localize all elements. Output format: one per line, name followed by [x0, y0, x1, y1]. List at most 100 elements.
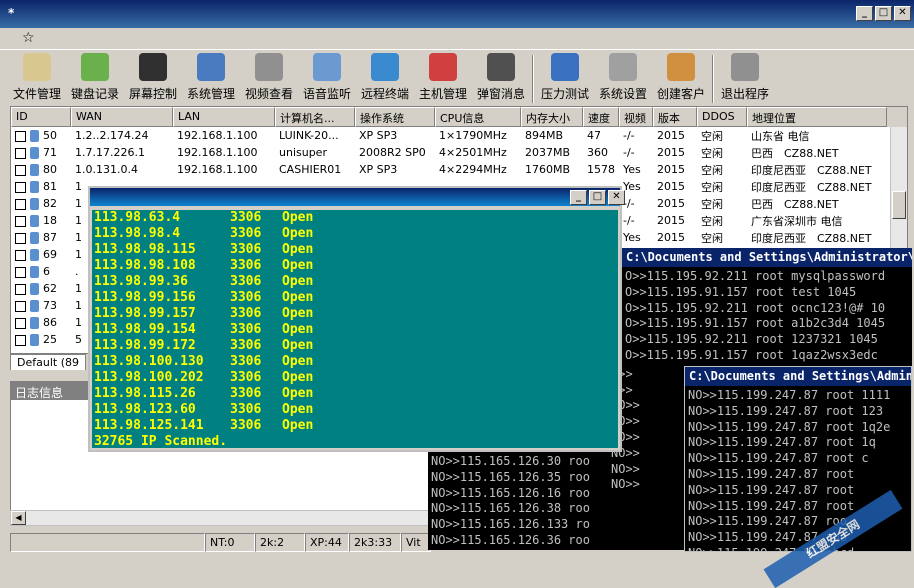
cell-text: 192.168.1.100	[177, 146, 258, 159]
scan-row: 113.98.123.60 3306 Open	[94, 402, 618, 418]
status-pane: Vit	[401, 533, 431, 552]
scan-cell: Open	[282, 322, 314, 337]
scan-row: 113.98.99.154 3306 Open	[94, 322, 618, 338]
scan-cell: 3306	[230, 258, 262, 273]
console-1-title[interactable]: C:\Documents and Settings\Administrator\…	[622, 248, 912, 267]
toolbar-button-0[interactable]: 文件管理	[8, 52, 66, 106]
table-cell: -/-	[619, 129, 653, 142]
console-window-1[interactable]: C:\Documents and Settings\Administrator\…	[622, 248, 912, 368]
toolbar-button-5[interactable]: 语音监听	[298, 52, 356, 106]
toolbar-button-4[interactable]: 视频查看	[240, 52, 298, 106]
column-header[interactable]: 地理位置	[747, 107, 887, 127]
cell-text: 18	[43, 214, 57, 227]
close-button[interactable]: ✕	[894, 6, 911, 21]
scan-minimize-button[interactable]: _	[570, 190, 587, 205]
toolbar-button-2[interactable]: 屏幕控制	[124, 52, 182, 106]
toolbar-button-1[interactable]: 键盘记录	[66, 52, 124, 106]
row-checkbox[interactable]	[15, 266, 26, 278]
column-header[interactable]: 操作系统	[355, 107, 435, 127]
cell-text: 巴西 CZ88.NET	[751, 197, 839, 211]
terminal-icon	[371, 53, 399, 81]
row-checkbox[interactable]	[15, 215, 26, 227]
column-header[interactable]: 内存大小	[521, 107, 583, 127]
toolbar-button-9[interactable]: 压力测试	[536, 52, 594, 106]
scan-row: 113.98.98.115 3306 Open	[94, 242, 618, 258]
scan-cell: 113.98.100.130	[94, 354, 204, 369]
console-line: NO>>115.199.247.87 root 1q2e	[688, 419, 891, 434]
cell-text: 空闲	[701, 214, 723, 228]
toolbar-button-6[interactable]: 远程终端	[356, 52, 414, 106]
cell-text: 1	[75, 231, 82, 244]
scan-maximize-button[interactable]: □	[589, 190, 606, 205]
cell-text: 50	[43, 129, 57, 142]
scan-footer: 32765 IP Scanned.	[94, 434, 228, 449]
cell-text: 2015	[657, 163, 685, 176]
cell-text: 1	[75, 197, 82, 210]
cell-text: 6	[43, 265, 50, 278]
column-header[interactable]: LAN	[173, 107, 275, 127]
scan-cell: 113.98.98.4	[94, 226, 181, 241]
scan-row: 113.98.98.4 3306 Open	[94, 226, 618, 242]
column-header[interactable]: CPU信息	[435, 107, 521, 127]
table-cell: 71	[11, 146, 71, 159]
row-checkbox[interactable]	[15, 334, 26, 346]
row-checkbox[interactable]	[15, 181, 26, 193]
toolbar-button-3[interactable]: 系统管理	[182, 52, 240, 106]
row-checkbox[interactable]	[15, 300, 26, 312]
toolbar-label: 视频查看	[244, 87, 293, 101]
row-checkbox[interactable]	[15, 164, 26, 176]
console-window-2[interactable]: C:\Documents and Settings\Adminis NO>>11…	[684, 366, 912, 552]
toolbar-button-12[interactable]: 退出程序	[716, 52, 774, 106]
toolbar-button-11[interactable]: 创建客户	[652, 52, 710, 106]
column-header[interactable]: WAN	[71, 107, 173, 127]
cell-text: 1	[75, 214, 82, 227]
scan-cell: Open	[282, 210, 314, 225]
toolbar-button-7[interactable]: 主机管理	[414, 52, 472, 106]
column-header[interactable]: 计算机名...	[275, 107, 355, 127]
scan-close-button[interactable]: ✕	[608, 190, 625, 205]
computer-icon	[30, 249, 39, 261]
row-checkbox[interactable]	[15, 317, 26, 329]
tab-default[interactable]: Default (89	[10, 354, 86, 370]
table-cell: 6	[11, 265, 71, 278]
row-checkbox[interactable]	[15, 147, 26, 159]
column-header[interactable]: 速度	[583, 107, 619, 127]
scan-cell: Open	[282, 418, 314, 433]
scan-row: 113.98.99.156 3306 Open	[94, 290, 618, 306]
minimize-button[interactable]: _	[856, 6, 873, 21]
toolbar-button-10[interactable]: 系统设置	[594, 52, 652, 106]
cell-text: 360	[587, 146, 608, 159]
scroll-left-arrow-icon[interactable]: ◀	[11, 511, 26, 525]
table-cell: 2015	[653, 163, 697, 176]
table-row[interactable]: 71 1.7.17.226.1 192.168.1.100 unisuper 2008R…	[11, 144, 907, 161]
row-checkbox[interactable]	[15, 198, 26, 210]
scan-cell: 3306	[230, 386, 262, 401]
scan-row: 113.98.125.141 3306 Open	[94, 418, 618, 434]
column-header[interactable]: 视频	[619, 107, 653, 127]
column-header[interactable]: 版本	[653, 107, 697, 127]
table-row[interactable]: 80 1.0.131.0.4 192.168.1.100 CASHIER01 XP SP…	[11, 161, 907, 178]
row-checkbox[interactable]	[15, 232, 26, 244]
row-checkbox[interactable]	[15, 130, 26, 142]
settings-icon	[609, 53, 637, 81]
toolbar-label: 弹窗消息	[476, 87, 525, 101]
scan-cell: 113.98.99.36	[94, 274, 188, 289]
scan-cell: 113.98.115.26	[94, 386, 196, 401]
row-checkbox[interactable]	[15, 283, 26, 295]
port-scan-title-bar[interactable]	[90, 188, 620, 206]
maximize-button[interactable]: □	[875, 6, 892, 21]
table-row[interactable]: 50 1.2..2.174.24 192.168.1.100 LUINK-20... X…	[11, 127, 907, 144]
cell-text: 87	[43, 231, 57, 244]
console-2-title[interactable]: C:\Documents and Settings\Adminis	[685, 367, 911, 386]
toolbar-button-8[interactable]: 弹窗消息	[472, 52, 530, 106]
column-header[interactable]: DDOS	[697, 107, 747, 127]
scrollbar-thumb[interactable]	[892, 191, 906, 219]
column-header[interactable]: ID	[11, 107, 71, 127]
favorite-star-icon[interactable]: ☆	[22, 30, 35, 46]
scan-cell: 3306	[230, 322, 262, 337]
scan-row: 113.98.63.4 3306 Open	[94, 210, 618, 226]
table-cell: 巴西 CZ88.NET	[747, 145, 887, 161]
row-checkbox[interactable]	[15, 249, 26, 261]
horizontal-scrollbar[interactable]: ◀	[10, 510, 430, 526]
cell-text: 192.168.1.100	[177, 129, 258, 142]
